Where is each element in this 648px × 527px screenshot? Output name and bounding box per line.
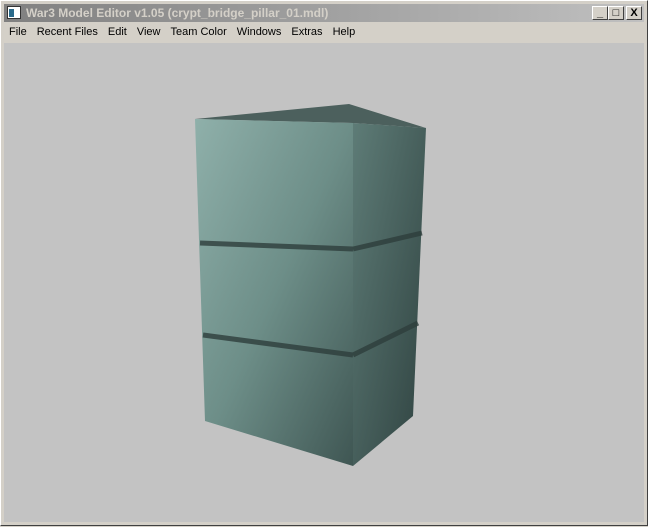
app-window: War3 Model Editor v1.05 (crypt_bridge_pi…: [0, 0, 648, 526]
menu-file[interactable]: File: [4, 23, 32, 42]
pillar-right-face: [353, 123, 426, 466]
close-button[interactable]: X: [626, 6, 642, 20]
menu-view[interactable]: View: [132, 23, 166, 42]
3d-viewport[interactable]: [4, 43, 644, 522]
app-icon: [7, 6, 21, 19]
menu-extras[interactable]: Extras: [286, 23, 327, 42]
menu-windows[interactable]: Windows: [232, 23, 287, 42]
menu-team-color[interactable]: Team Color: [166, 23, 232, 42]
pillar-front-face: [195, 119, 353, 466]
menu-bar: File Recent Files Edit View Team Color W…: [4, 23, 360, 42]
pillar-model: [195, 104, 426, 466]
maximize-button[interactable]: □: [608, 6, 624, 20]
window-title: War3 Model Editor v1.05 (crypt_bridge_pi…: [26, 6, 329, 20]
menu-recent-files[interactable]: Recent Files: [32, 23, 103, 42]
menu-help[interactable]: Help: [328, 23, 361, 42]
minimize-button[interactable]: _: [592, 6, 608, 20]
title-bar[interactable]: War3 Model Editor v1.05 (crypt_bridge_pi…: [4, 4, 644, 22]
menu-edit[interactable]: Edit: [103, 23, 132, 42]
